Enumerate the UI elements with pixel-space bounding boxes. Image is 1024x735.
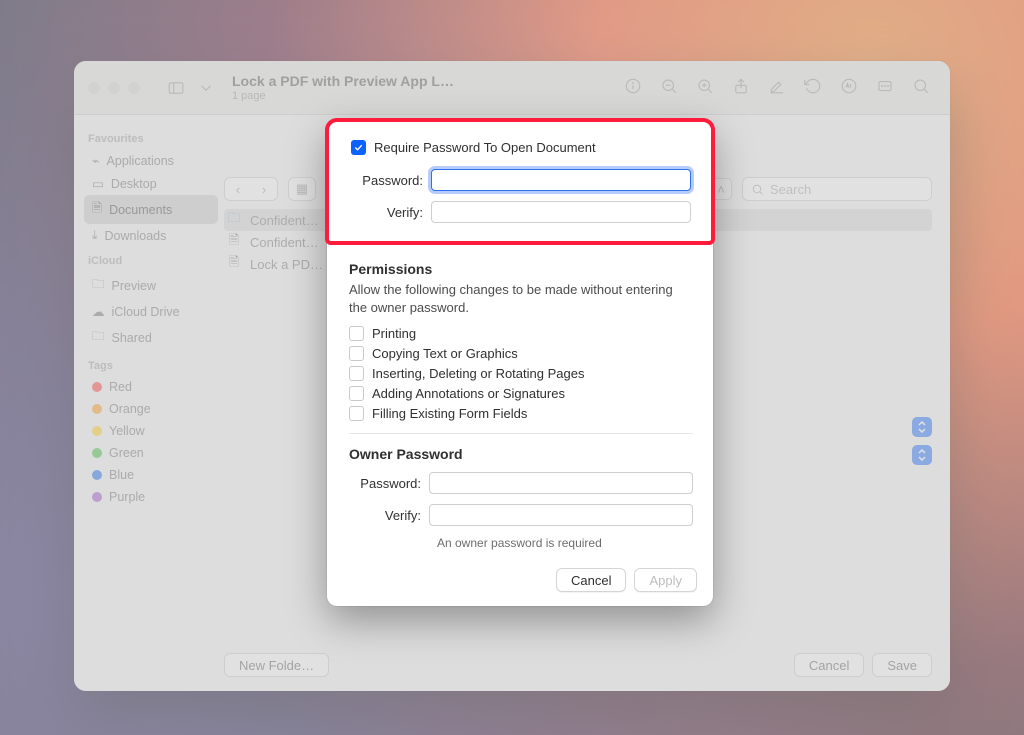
- password-label: Password:: [351, 173, 431, 188]
- tag-dot-icon: [92, 492, 102, 502]
- shared-icon: 🗀: [92, 327, 105, 348]
- window-subtitle: 1 page: [232, 90, 454, 102]
- perm-label: Printing: [372, 326, 416, 341]
- sidebar-item-downloads[interactable]: ⤓Downloads: [84, 224, 218, 247]
- minimize-dot[interactable]: [108, 82, 120, 94]
- perm-inserting-checkbox[interactable]: [349, 366, 364, 381]
- zoom-in-icon[interactable]: [696, 77, 714, 98]
- search-placeholder: Search: [770, 182, 811, 197]
- sidebar-item-documents[interactable]: 🗎Documents: [84, 195, 218, 224]
- require-password-section: Require Password To Open Document Passwo…: [325, 118, 715, 245]
- sidebar-tag-yellow[interactable]: Yellow: [84, 420, 218, 442]
- owner-password-input[interactable]: [429, 472, 693, 494]
- dialog-cancel-button[interactable]: Cancel: [556, 568, 626, 592]
- perm-copying-checkbox[interactable]: [349, 346, 364, 361]
- file-icon: 🗎: [226, 234, 242, 250]
- owner-required-note: An owner password is required: [437, 536, 693, 550]
- tag-dot-icon: [92, 404, 102, 414]
- desktop-icon: ▭: [92, 176, 104, 191]
- sidebar-item-preview[interactable]: 🗀Preview: [84, 271, 218, 300]
- sidebar-item-applications[interactable]: ⌁Applications: [84, 149, 218, 172]
- window-controls: [88, 82, 140, 94]
- owner-password-verify-input[interactable]: [429, 504, 693, 526]
- sheet-cancel-button[interactable]: Cancel: [794, 653, 864, 677]
- perm-annotations-checkbox[interactable]: [349, 386, 364, 401]
- markup-icon[interactable]: [840, 77, 858, 98]
- documents-icon: 🗎: [92, 199, 102, 220]
- finder-sidebar: Favourites ⌁Applications ▭Desktop 🗎Docum…: [74, 115, 224, 691]
- folder-icon: 🗀: [226, 212, 242, 228]
- share-icon[interactable]: [732, 77, 750, 98]
- open-password-verify-input[interactable]: [431, 201, 691, 223]
- sidebar-tag-orange[interactable]: Orange: [84, 398, 218, 420]
- format-select-icon[interactable]: [912, 417, 932, 437]
- downloads-icon: ⤓: [92, 228, 98, 243]
- owner-password-label: Password:: [349, 476, 429, 491]
- rotate-icon[interactable]: [804, 77, 822, 98]
- folder-icon: 🗀: [92, 275, 105, 296]
- tag-dot-icon: [92, 426, 102, 436]
- chevron-right-icon[interactable]: ›: [251, 178, 277, 200]
- highlight-icon[interactable]: [768, 77, 786, 98]
- owner-verify-label: Verify:: [349, 508, 429, 523]
- nav-back-forward[interactable]: ‹ ›: [224, 177, 278, 201]
- sidebar-tag-red[interactable]: Red: [84, 376, 218, 398]
- tag-dot-icon: [92, 382, 102, 392]
- perm-label: Filling Existing Form Fields: [372, 406, 527, 421]
- sidebar-tag-purple[interactable]: Purple: [84, 486, 218, 508]
- zoom-out-icon[interactable]: [660, 77, 678, 98]
- view-mode-icon[interactable]: ▦: [288, 177, 316, 201]
- perm-printing-checkbox[interactable]: [349, 326, 364, 341]
- chevron-left-icon[interactable]: ‹: [225, 178, 251, 200]
- verify-label: Verify:: [351, 205, 431, 220]
- password-dialog: Require Password To Open Document Passwo…: [327, 120, 713, 606]
- new-folder-button[interactable]: New Folde…: [224, 653, 329, 677]
- encryption-select-icon[interactable]: [912, 445, 932, 465]
- open-password-input[interactable]: [431, 169, 691, 191]
- sidebar-item-desktop[interactable]: ▭Desktop: [84, 172, 218, 195]
- permissions-blurb: Allow the following changes to be made w…: [349, 281, 693, 316]
- crop-icon[interactable]: [876, 77, 894, 98]
- perm-label: Adding Annotations or Signatures: [372, 386, 565, 401]
- zoom-dot[interactable]: [128, 82, 140, 94]
- window-title: Lock a PDF with Preview App L…: [232, 73, 454, 89]
- sidebar-item-shared[interactable]: 🗀Shared: [84, 323, 218, 352]
- sidebar-toggle-icon[interactable]: [162, 74, 190, 102]
- dialog-apply-button[interactable]: Apply: [634, 568, 697, 592]
- require-password-label: Require Password To Open Document: [374, 140, 596, 155]
- info-icon[interactable]: [624, 77, 642, 98]
- sidebar-tag-green[interactable]: Green: [84, 442, 218, 464]
- file-icon: 🗎: [226, 256, 242, 272]
- close-dot[interactable]: [88, 82, 100, 94]
- search-icon: [751, 183, 764, 196]
- cloud-icon: ☁: [92, 304, 105, 319]
- sidebar-group-favourites: Favourites: [88, 133, 214, 145]
- sheet-save-button[interactable]: Save: [872, 653, 932, 677]
- search-icon[interactable]: [912, 77, 930, 98]
- require-password-checkbox[interactable]: [351, 140, 366, 155]
- perm-label: Copying Text or Graphics: [372, 346, 518, 361]
- chevron-down-icon[interactable]: [192, 74, 220, 102]
- app-icon: ⌁: [92, 153, 100, 168]
- sidebar-group-tags: Tags: [88, 360, 214, 372]
- sidebar-group-icloud: iCloud: [88, 255, 214, 267]
- owner-password-header: Owner Password: [349, 446, 693, 462]
- tag-dot-icon: [92, 470, 102, 480]
- search-field[interactable]: Search: [742, 177, 932, 201]
- sidebar-item-iclouddrive[interactable]: ☁iCloud Drive: [84, 300, 218, 323]
- tag-dot-icon: [92, 448, 102, 458]
- sidebar-tag-blue[interactable]: Blue: [84, 464, 218, 486]
- permissions-header: Permissions: [349, 261, 693, 277]
- perm-formfields-checkbox[interactable]: [349, 406, 364, 421]
- perm-label: Inserting, Deleting or Rotating Pages: [372, 366, 584, 381]
- titlebar: Lock a PDF with Preview App L… 1 page: [74, 61, 950, 115]
